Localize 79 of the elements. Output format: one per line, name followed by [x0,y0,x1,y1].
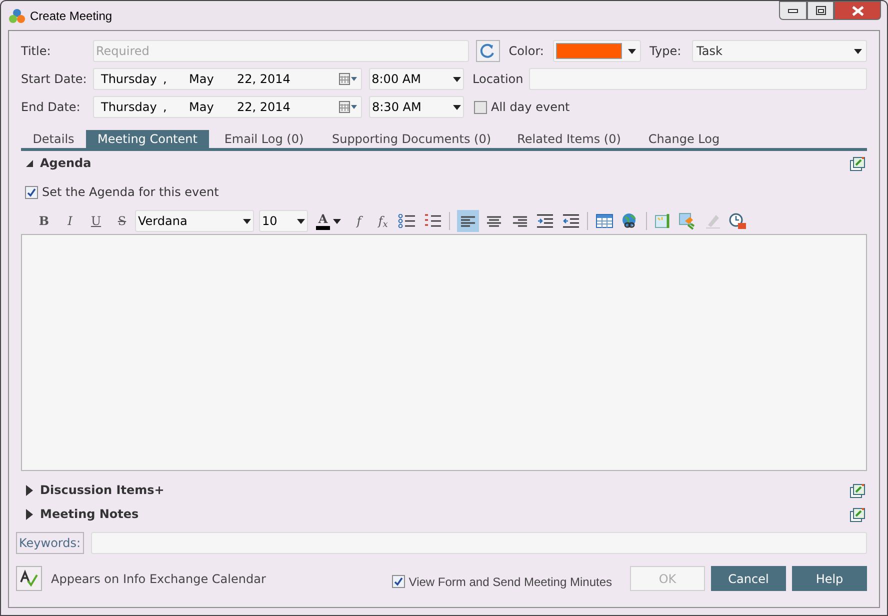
dialog-button[interactable]: Cancel [711,566,786,591]
field-label: End Date: [21,99,82,116]
tab[interactable]: Details [21,130,86,148]
font-color-button[interactable]: A [316,210,341,232]
close-icon [852,6,864,16]
image-insert-icon[interactable] [655,213,671,229]
outdent-icon[interactable] [563,214,579,228]
caret-icon [453,104,461,110]
caret-icon [628,48,636,54]
popout-icon[interactable] [850,506,865,522]
strikethrough-button[interactable]: S [109,210,135,232]
checkbox[interactable] [474,100,487,114]
color-dropdown[interactable] [552,40,641,62]
checkbox[interactable] [25,186,38,198]
minimize-icon [788,8,798,12]
font-dropdown[interactable]: Verdana [135,210,254,232]
italic-button[interactable]: I [57,210,83,232]
underline-button[interactable]: U [83,210,109,232]
tab[interactable]: Supporting Documents (0) [319,130,504,148]
section-toggle[interactable]: Discussion Items+ [25,481,164,499]
caret-icon [333,218,341,224]
tab[interactable]: Meeting Content [86,130,209,148]
function-button[interactable]: f$_{x}$ [371,210,395,232]
indent-icon[interactable] [537,214,553,228]
bold-button[interactable]: B [31,210,57,232]
field-label: Location [472,71,524,88]
keywords-field[interactable] [90,532,867,554]
title-field[interactable]: Required [93,40,469,62]
expand-triangle-icon [25,508,34,520]
expand-triangle-icon [25,484,34,496]
function-button[interactable]: f [347,210,371,232]
caret-icon [452,76,460,82]
time-dropdown[interactable]: 8:00 AM [368,68,464,90]
minimize-button[interactable] [779,1,807,20]
maximize-button[interactable] [807,1,834,20]
refresh-icon[interactable] [476,40,500,62]
caret-icon [243,218,251,224]
checkbox-label: All day event [491,99,570,116]
type-dropdown[interactable]: Task [692,40,867,62]
calendar-note: Appears on Info Exchange Calendar [51,570,266,588]
calendar-icon[interactable] [339,101,357,113]
clock-icon[interactable] [729,212,746,230]
field-label: Type: [650,43,682,60]
spellcheck-icon[interactable] [16,566,42,591]
tab[interactable]: Change Log [634,130,734,148]
date-picker[interactable]: Thursday , May 22, 2014 [93,96,362,118]
field-label: Start Date: [21,71,88,88]
checkbox-label: View Form and Send Meeting Minutes [408,574,612,590]
section-toggle[interactable]: Agenda [25,154,92,172]
popout-icon[interactable] [850,156,865,170]
tab[interactable]: Related Items (0) [504,130,634,148]
keywords-label: Keywords: [16,532,84,554]
collapse-triangle-icon [25,158,34,168]
bulleted-list-icon[interactable] [398,214,416,228]
maximize-icon [816,6,826,15]
window-title: Create Meeting [30,8,112,24]
dialog-button[interactable]: Help [792,566,867,591]
align-left-icon[interactable] [457,210,479,232]
tab[interactable]: Email Log (0) [209,130,319,148]
caret-icon [854,48,862,54]
location-field[interactable] [528,68,867,90]
time-dropdown[interactable]: 8:30 AM [369,96,464,118]
globe-link-icon[interactable] [621,213,638,229]
caret-icon [297,218,305,224]
table-icon[interactable] [596,214,613,228]
checkbox[interactable] [392,575,405,588]
image-edit-icon[interactable] [679,212,696,230]
calendar-icon[interactable] [338,73,357,85]
field-label: Color: [508,43,545,60]
checkbox-label: Set the Agenda for this event [42,184,219,201]
font-size-dropdown[interactable]: 10 [259,210,308,232]
date-picker[interactable]: Thursday , May 22, 2014 [93,68,362,90]
app-logo-icon [8,8,26,24]
close-button[interactable] [834,1,881,20]
numbered-list-icon[interactable] [424,214,442,228]
field-label: Title: [21,43,52,60]
section-toggle[interactable]: Meeting Notes [25,505,139,523]
dialog-button: OK [630,566,705,591]
popout-icon[interactable] [850,482,865,498]
